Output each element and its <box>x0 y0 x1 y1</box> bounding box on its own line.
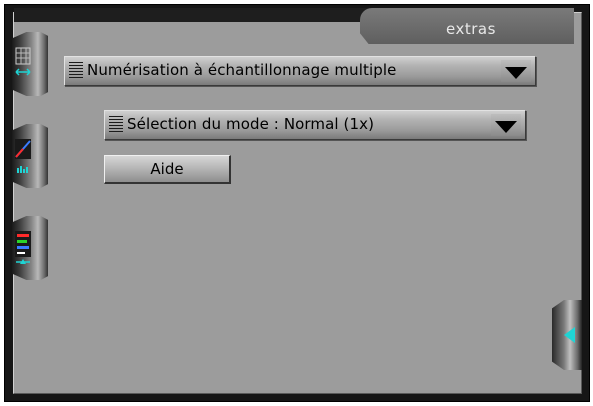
multi-sample-dropdown-value: Numérisation à échantillonnage multiple <box>87 61 397 79</box>
mode-dropdown[interactable]: Sélection du mode : Normal (1x) <box>104 110 526 140</box>
color-levels-icon <box>15 231 31 264</box>
grip-icon <box>69 62 83 80</box>
multi-sample-dropdown[interactable]: Numérisation à échantillonnage multiple <box>64 56 536 86</box>
side-button-levels[interactable] <box>12 216 48 280</box>
grip-icon <box>109 116 123 134</box>
chevron-down-icon <box>491 114 521 136</box>
side-toolbar <box>4 20 52 392</box>
side-button-scan-area[interactable] <box>12 32 48 96</box>
scan-area-icon <box>15 47 31 76</box>
collapse-panel-button[interactable] <box>552 300 582 370</box>
side-button-curves[interactable] <box>12 124 48 188</box>
left-arrow-icon <box>564 327 575 343</box>
tab-extras-label: extras <box>446 20 496 38</box>
help-button[interactable]: Aide <box>104 155 231 184</box>
chevron-down-icon <box>501 60 531 82</box>
curve-histogram-icon <box>15 139 31 173</box>
mode-dropdown-value: Sélection du mode : Normal (1x) <box>127 115 375 133</box>
